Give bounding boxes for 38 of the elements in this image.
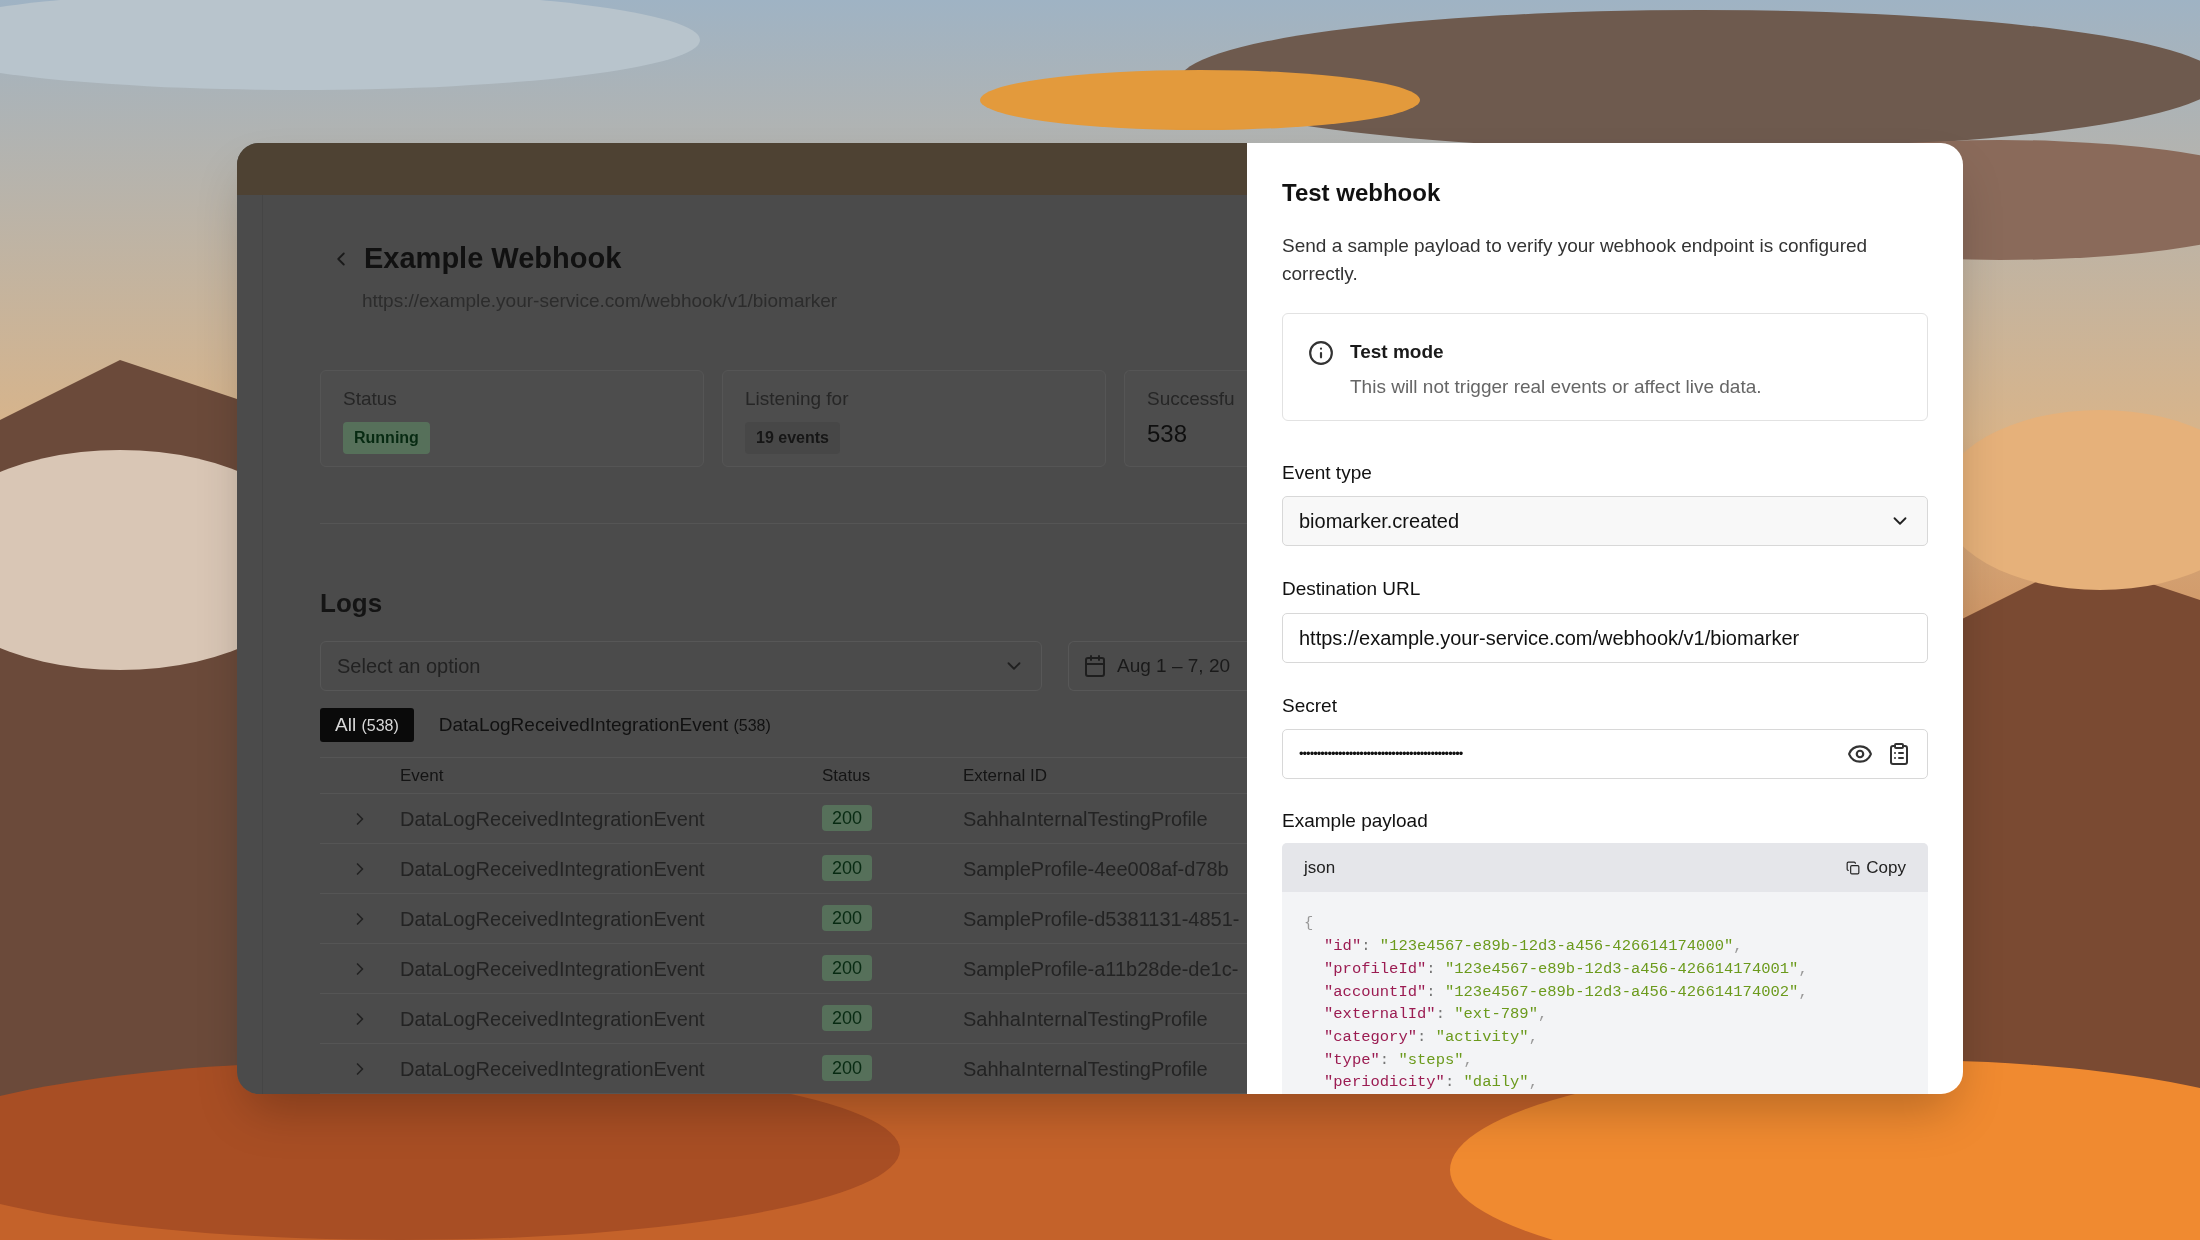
code-language: json	[1304, 857, 1336, 880]
status-code-badge: 200	[822, 855, 873, 881]
copy-button[interactable]: Copy	[1846, 855, 1906, 881]
status-code-badge: 200	[822, 1055, 873, 1081]
code-line: "id": "123e4567-e89b-12d3-a456-426614174000",	[1323, 936, 1743, 958]
destination-url-field[interactable]: https://example.your-service.com/webhook/v1/biomarker	[1282, 612, 1928, 663]
field-label: Event type	[1282, 460, 1373, 485]
column-header: Event	[400, 764, 445, 787]
column-header: Status	[822, 764, 872, 787]
dialog-description: Send a sample payload to verify your webhook endpoint is configured correctly.	[1282, 234, 1869, 286]
info-icon	[1308, 340, 1334, 366]
filter-tab[interactable]: DataLogReceivedIntegrationEvent (538)	[423, 708, 786, 742]
section-title: Logs	[320, 587, 384, 620]
code-line: "periodicity": "daily",	[1323, 1072, 1538, 1094]
status-code-badge: 200	[822, 805, 873, 831]
status-badge: Running	[343, 421, 430, 454]
code-line: {	[1304, 913, 1314, 935]
code-line: "type": "steps",	[1323, 1049, 1473, 1071]
copy-icon	[1846, 860, 1861, 875]
calendar-icon	[1083, 654, 1107, 678]
code-line: "profileId": "123e4567-e89b-12d3-a456-426614174001",	[1323, 958, 1808, 980]
clipboard-icon[interactable]	[1887, 741, 1911, 766]
field-label: Destination URL	[1282, 577, 1422, 602]
event-type-select[interactable]: biomarker.created	[1282, 496, 1928, 547]
filter-tab[interactable]: All (538)	[320, 708, 414, 742]
code-line: "category": "activity",	[1323, 1026, 1538, 1048]
code-line: "externalId": "ext-789",	[1323, 1004, 1548, 1026]
stat-value: 538	[1147, 418, 1189, 449]
code-line: "accountId": "123e4567-e89b-12d3-a456-426614174002",	[1323, 981, 1808, 1003]
field-label: Secret	[1282, 693, 1338, 718]
page-title: Example Webhook	[364, 241, 622, 276]
notice-title: Test mode	[1350, 340, 1445, 364]
field-label: Example payload	[1282, 808, 1429, 833]
notice-text: This will not trigger real events or affect live data.	[1350, 374, 1762, 399]
dialog-title: Test webhook	[1282, 178, 1442, 208]
status-code-badge: 200	[822, 955, 873, 981]
status-code-badge: 200	[822, 1005, 873, 1031]
status-code-badge: 200	[822, 905, 873, 931]
